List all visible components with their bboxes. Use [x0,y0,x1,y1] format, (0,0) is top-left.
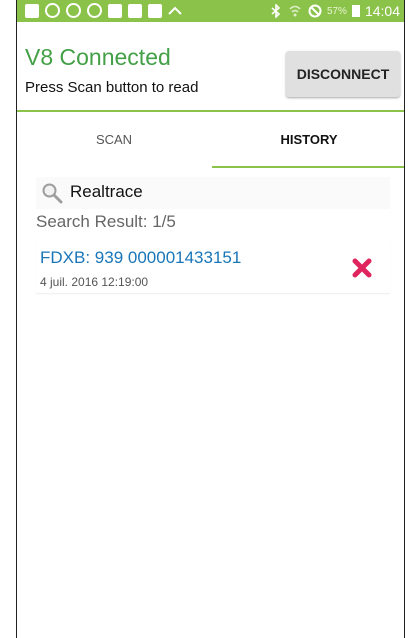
delete-icon[interactable] [351,257,373,279]
search-icon [41,182,63,204]
do-not-disturb-icon [308,4,322,18]
system-status: 57% 14:04 [270,3,400,19]
battery-icon [351,5,360,17]
gallery-icon [128,3,142,18]
status-bar: 57% 14:04 [17,0,404,22]
notification-icons [25,3,182,18]
wifi-icon [289,4,303,18]
pdf-icon [108,3,122,18]
page-title: V8 Connected [25,44,171,70]
app-frame: 57% 14:04 V8 Connected Press Scan button… [16,0,405,638]
search-result-count: Search Result: 1/5 [36,212,176,231]
record-timestamp: 4 juil. 2016 12:19:00 [40,275,149,289]
search-input[interactable] [70,180,370,204]
search-bar[interactable] [36,177,390,209]
message-icon [25,3,39,18]
list-item[interactable]: FDXB: 939 000001433151 4 juil. 2016 12:1… [36,241,390,293]
tab-history[interactable]: HISTORY [212,112,404,169]
missed-call-arrow-icon [168,4,182,18]
disconnect-button[interactable]: DISCONNECT [286,51,400,97]
whatsapp-icon [66,3,81,18]
tab-scan[interactable]: SCAN [17,112,211,169]
chat-icon [87,3,102,18]
page-subtitle: Press Scan button to read [25,79,199,96]
bluetooth-icon [270,3,284,19]
battery-percent: 57% [326,5,347,17]
record-tag-id: FDXB: 939 000001433151 [40,248,242,267]
status-clock: 14:04 [364,3,400,19]
active-tab-indicator [212,166,404,168]
missed-call-icon [148,3,162,18]
tab-bar: SCAN HISTORY [17,112,404,169]
app-header: V8 Connected Press Scan button to read D… [17,22,404,112]
sync-icon [45,3,60,18]
